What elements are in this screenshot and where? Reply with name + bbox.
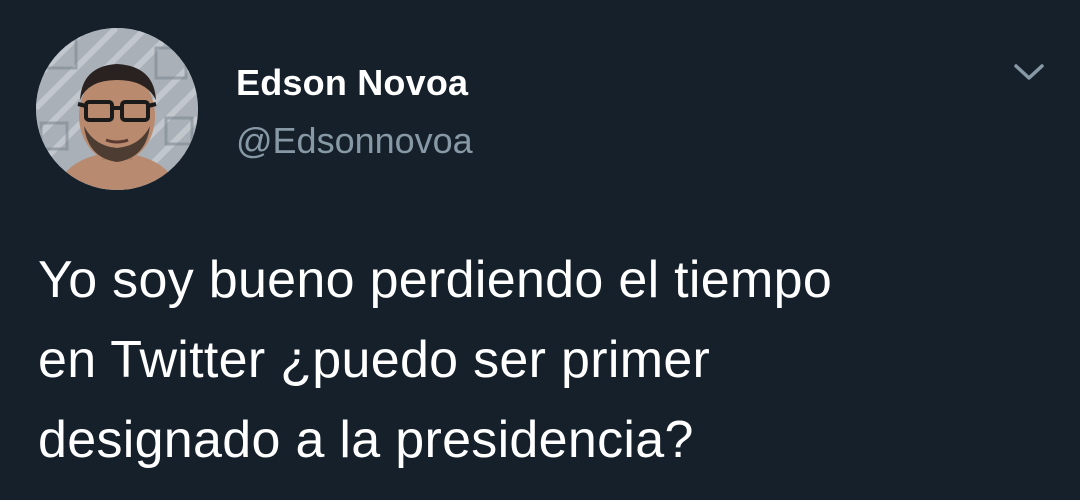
tweet-text-line: en Twitter ¿puedo ser primer [38,331,711,389]
tweet-card: Edson Novoa @Edsonnovoa Yo soy bueno per… [0,0,1080,500]
avatar[interactable] [36,28,198,190]
tweet-text-line: designado a la presidencia? [38,411,694,469]
author-handle[interactable]: @Edsonnovoa [236,120,473,161]
avatar-photo [36,28,198,190]
tweet-text-line: Yo soy bueno perdiendo el tiempo [38,251,833,309]
chevron-down-icon[interactable] [1012,60,1046,84]
author-display-name[interactable]: Edson Novoa [236,62,468,103]
tweet-text: Yo soy bueno perdiendo el tiempo en Twit… [38,240,1048,480]
